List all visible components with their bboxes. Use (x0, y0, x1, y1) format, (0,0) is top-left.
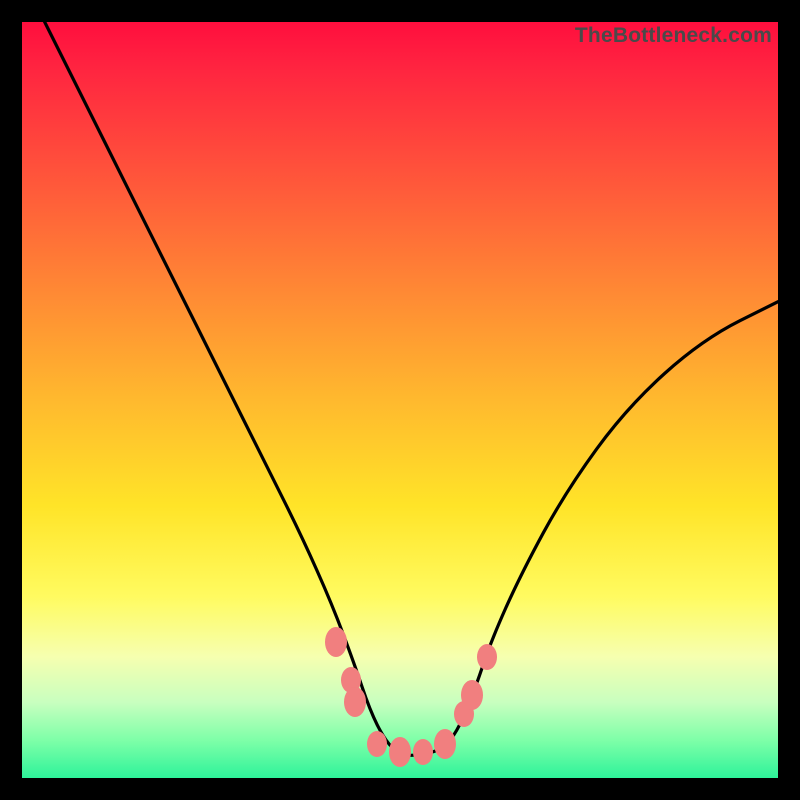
curve-marker (389, 737, 411, 767)
curve-marker (461, 680, 483, 710)
chart-frame: TheBottleneck.com (0, 0, 800, 800)
curve-marker (477, 644, 497, 670)
curve-marker (367, 731, 387, 757)
curve-marker (434, 729, 456, 759)
bottleneck-curve (22, 22, 778, 778)
plot-area: TheBottleneck.com (22, 22, 778, 778)
curve-marker (413, 739, 433, 765)
curve-marker (325, 627, 347, 657)
curve-marker (344, 687, 366, 717)
watermark-text: TheBottleneck.com (575, 24, 772, 48)
